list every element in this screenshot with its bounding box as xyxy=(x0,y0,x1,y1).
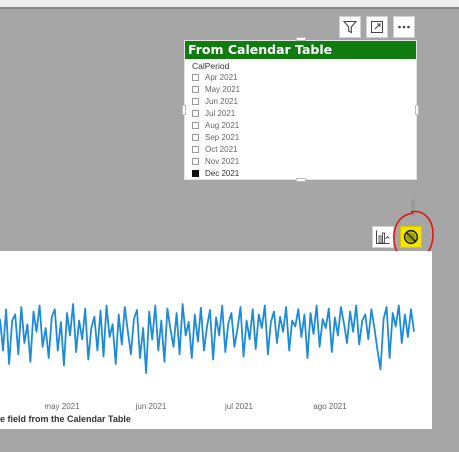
slicer-checkbox[interactable] xyxy=(192,109,199,117)
slicer-item-label: Jul 2021 xyxy=(205,108,236,118)
slicer-item-label: Aug 2021 xyxy=(205,120,240,130)
series-line[interactable] xyxy=(0,303,415,374)
chart-footer-text: e field from the Calendar Table xyxy=(0,414,131,424)
slicer-item-label: Nov 2021 xyxy=(205,156,240,166)
filter-icon xyxy=(343,20,357,34)
slicer-checkbox[interactable] xyxy=(192,85,199,93)
slicer-item[interactable]: Jul 2021 xyxy=(192,107,402,119)
resize-handle-left[interactable] xyxy=(182,105,186,115)
focus-mode-button[interactable] xyxy=(366,16,388,38)
top-divider xyxy=(0,7,459,9)
slicer-item[interactable]: Nov 2021 xyxy=(192,155,402,167)
slicer-item-label: Jun 2021 xyxy=(205,96,238,106)
slicer-checkbox[interactable] xyxy=(192,97,199,105)
slicer-item[interactable]: Aug 2021 xyxy=(192,119,402,131)
line-chart-visual: may 2021 jun 2021 jul 2021 ago 2021 xyxy=(0,251,432,429)
slicer-checkbox[interactable] xyxy=(192,133,199,141)
x-tick-label: ago 2021 xyxy=(313,402,347,411)
slicer-checkbox[interactable] xyxy=(192,169,199,177)
more-options-icon xyxy=(398,25,410,29)
slicer-checkbox[interactable] xyxy=(192,157,199,165)
more-options-button[interactable] xyxy=(393,16,415,38)
slicer-item[interactable]: Sep 2021 xyxy=(192,131,402,143)
line-chart: may 2021 jun 2021 jul 2021 ago 2021 xyxy=(0,303,415,411)
x-tick-label: jun 2021 xyxy=(135,402,167,411)
x-tick-label: jul 2021 xyxy=(224,402,254,411)
slicer-item[interactable]: May 2021 xyxy=(192,83,402,95)
slicer-item-label: Oct 2021 xyxy=(205,144,238,154)
slicer-item-label: Apr 2021 xyxy=(205,72,238,82)
slicer-item[interactable]: Oct 2021 xyxy=(192,143,402,155)
slicer-scrollbar[interactable] xyxy=(408,65,414,177)
x-tick-label: may 2021 xyxy=(44,402,80,411)
analytics-icon xyxy=(376,230,390,244)
slicer-item[interactable]: Jun 2021 xyxy=(192,95,402,107)
slicer-item-label: May 2021 xyxy=(205,84,241,94)
slicer-checkbox[interactable] xyxy=(192,145,199,153)
report-canvas-top-bar xyxy=(0,0,459,7)
slicer-item[interactable]: Apr 2021 xyxy=(192,71,402,83)
slicer-list: Apr 2021 May 2021 Jun 2021 Jul 2021 Aug 2021… xyxy=(192,71,402,179)
period-slicer: From Calendar Table CalPeriod Apr 2021 Ma… xyxy=(184,40,417,216)
resize-handle-right[interactable] xyxy=(415,105,419,115)
resize-handle-top[interactable] xyxy=(296,37,306,41)
slicer-title: From Calendar Table xyxy=(185,41,416,59)
slicer-item-label: Dec 2021 xyxy=(205,168,240,178)
focus-mode-icon xyxy=(371,21,383,33)
slicer-checkbox[interactable] xyxy=(192,73,199,81)
slicer-checkbox[interactable] xyxy=(192,121,199,129)
slicer-item-label: Sep 2021 xyxy=(205,132,240,142)
slicer-field-header: CalPeriod xyxy=(192,61,230,71)
filter-icon-button[interactable] xyxy=(339,16,361,38)
resize-handle-bottom[interactable] xyxy=(296,178,306,182)
